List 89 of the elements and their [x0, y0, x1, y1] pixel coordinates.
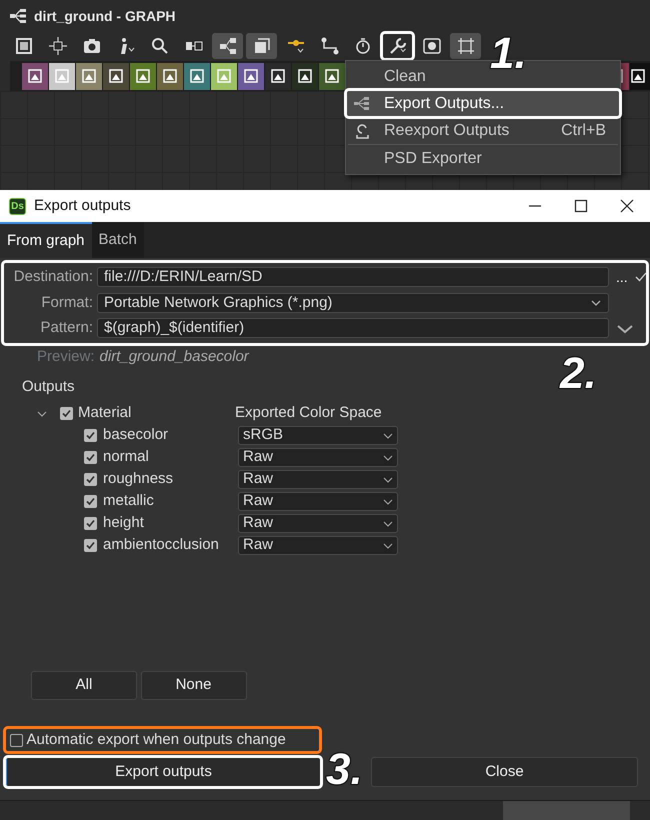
toolbar-button[interactable] — [450, 32, 481, 58]
tab[interactable]: From graph — [0, 222, 92, 258]
chevron-down-icon — [383, 452, 393, 462]
search-icon — [150, 36, 170, 56]
chevron-down-icon — [383, 430, 393, 440]
checkbox[interactable] — [84, 539, 97, 552]
chevron-down-icon — [383, 540, 393, 550]
checkbox[interactable] — [84, 451, 97, 464]
checkbox[interactable] — [84, 429, 97, 442]
step-number: 2. — [560, 352, 597, 396]
minimize-icon — [527, 205, 543, 207]
node-button[interactable] — [103, 62, 129, 90]
column-header: Exported Color Space — [235, 403, 382, 424]
hierarchy-icon — [218, 36, 238, 56]
tab[interactable]: Batch — [92, 222, 144, 258]
wrench-icon — [388, 36, 408, 56]
color-space-dropdown[interactable]: Raw — [238, 448, 398, 467]
select-button[interactable]: None — [140, 671, 246, 700]
field-label: Destination: — [12, 267, 94, 287]
preview-icon — [422, 36, 442, 56]
field-label: Pattern: — [39, 318, 94, 338]
frame-icon — [14, 36, 34, 56]
node-button[interactable] — [319, 62, 345, 90]
toolbar-button[interactable] — [212, 32, 243, 58]
maximize-icon — [573, 198, 589, 214]
reexport-icon — [354, 122, 370, 138]
checkbox[interactable] — [84, 517, 97, 530]
panel-title: dirt_ground - GRAPH — [34, 6, 176, 26]
node-button[interactable] — [292, 62, 318, 90]
fit-icon — [48, 36, 68, 56]
color-space-dropdown[interactable]: Raw — [238, 536, 398, 555]
checkbox-row[interactable]: Automatic export when outputs change — [5, 728, 320, 752]
node-button[interactable] — [22, 62, 48, 90]
checkbox[interactable] — [84, 473, 97, 486]
format-dropdown[interactable]: Portable Network Graphics (*.png) — [97, 292, 609, 313]
node-button[interactable] — [184, 62, 210, 90]
node-button[interactable] — [211, 62, 237, 90]
preview-value: dirt_ground_basecolor — [100, 346, 249, 366]
output-name: metallic — [103, 491, 155, 512]
field-label: Preview: — [37, 346, 95, 366]
node-button[interactable] — [76, 62, 102, 90]
menu-item[interactable]: PSD Exporter — [346, 145, 620, 172]
chevron-down-icon — [616, 323, 634, 336]
destination-field[interactable]: file:///D:/ERIN/Learn/SD — [97, 267, 609, 288]
checkbox[interactable] — [84, 495, 97, 508]
select-button[interactable]: All — [31, 671, 137, 700]
section-label: Outputs — [22, 378, 75, 395]
node-button[interactable] — [130, 62, 156, 90]
dialog-button[interactable]: Close — [371, 757, 638, 787]
app-icon: Ds — [9, 198, 26, 214]
field-label: Format: — [40, 292, 94, 312]
color-space-dropdown[interactable]: Raw — [238, 492, 398, 511]
node-button[interactable] — [49, 62, 75, 90]
window-title: Export outputs — [34, 196, 131, 216]
step-number: 3. — [326, 748, 363, 792]
pattern-field[interactable]: $(graph)_$(identifier) — [97, 318, 609, 338]
chevron-down-icon — [383, 496, 393, 506]
menu-item[interactable]: Reexport Outputs Ctrl+B — [346, 117, 620, 144]
checkbox[interactable] — [60, 407, 73, 420]
output-name: basecolor — [103, 425, 170, 446]
output-name: height — [103, 513, 145, 534]
export-icon — [354, 96, 370, 110]
menu-item[interactable]: Export Outputs... — [346, 90, 620, 117]
color-space-dropdown[interactable]: sRGB — [238, 426, 398, 445]
node-button[interactable] — [265, 62, 291, 90]
toolbar-button[interactable] — [382, 32, 413, 58]
color-space-dropdown[interactable]: Raw — [238, 470, 398, 489]
close-icon — [619, 198, 635, 214]
chevron-down-icon — [383, 518, 393, 528]
tree-label: Material — [78, 403, 132, 424]
toolbar-button[interactable] — [246, 32, 277, 58]
graph-icon — [10, 9, 26, 23]
checkbox[interactable] — [10, 734, 23, 746]
crop-icon — [456, 36, 476, 56]
browse-button[interactable]: ... — [616, 266, 628, 288]
checkbox-label: Automatic export when outputs change — [26, 730, 286, 750]
step-number: 1. — [490, 32, 527, 76]
dialog-button[interactable]: Export outputs — [5, 757, 321, 787]
node-button[interactable] — [238, 62, 264, 90]
connector-icon — [320, 36, 340, 56]
output-name: roughness — [103, 469, 174, 490]
check-icon — [634, 271, 647, 284]
shortcut-label: Ctrl+B — [561, 120, 607, 140]
node-button[interactable] — [630, 62, 650, 90]
color-space-dropdown[interactable]: Raw — [238, 514, 398, 533]
chevron-down-icon — [383, 474, 393, 484]
output-name: ambientocclusion — [103, 535, 220, 556]
output-name: normal — [103, 447, 150, 468]
node-button[interactable] — [157, 62, 183, 90]
